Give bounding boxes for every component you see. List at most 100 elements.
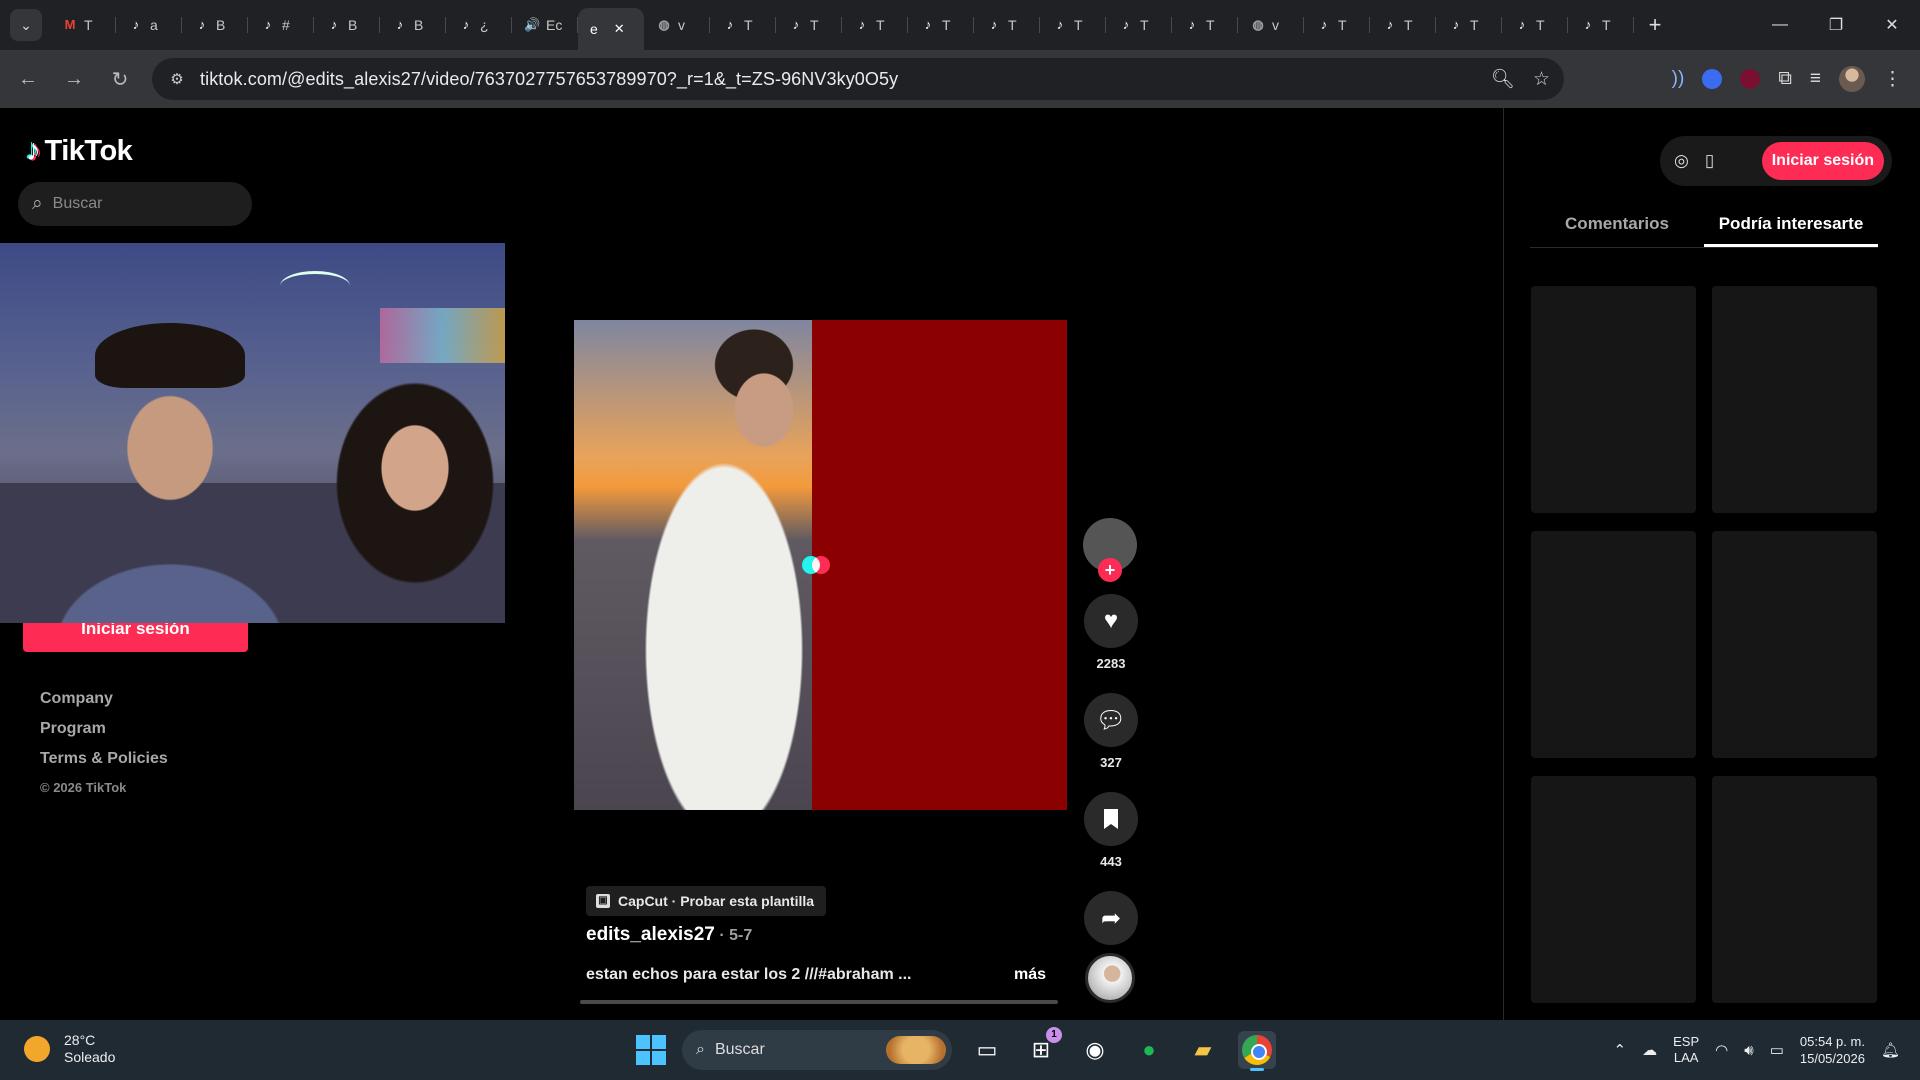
file-explorer-button[interactable]: ▰ (1184, 1031, 1222, 1069)
taskbar-search[interactable]: ⌕ Buscar (682, 1030, 952, 1070)
minimize-button[interactable]: — (1752, 0, 1808, 50)
like-button[interactable]: ♥ (1084, 594, 1138, 648)
browser-tab[interactable]: 🔊 Ec (512, 7, 578, 43)
tab-title: T (1602, 17, 1611, 33)
puzzle-extensions-icon[interactable]: ⧉ (1778, 68, 1792, 90)
footer-program-link[interactable]: Program (40, 720, 168, 738)
video-progress-bar[interactable] (580, 1000, 1058, 1004)
media-control-icon[interactable]: ≡ (1810, 68, 1821, 90)
tab-title: B (216, 17, 226, 33)
tab-title: T (810, 17, 819, 33)
volume-icon[interactable]: 🔊︎ (1744, 1042, 1753, 1059)
battery-icon[interactable]: ▭ (1770, 1041, 1784, 1059)
search-box[interactable]: ⌕ (18, 182, 252, 226)
obs-button[interactable]: ◉ (1076, 1031, 1114, 1069)
wifi-icon[interactable]: ◠ (1715, 1041, 1728, 1059)
browser-tab[interactable]: ♪ T (1436, 7, 1502, 43)
tab-title: T (1338, 17, 1347, 33)
music-disc[interactable] (1085, 953, 1135, 1003)
tab-search-button[interactable]: ⌄ (10, 9, 42, 41)
chevron-up-icon[interactable]: ⌃ (1614, 1041, 1627, 1059)
share-button[interactable]: ➦ (1084, 891, 1138, 945)
recommendation-thumbnail[interactable] (1531, 776, 1696, 1003)
red-extension-icon[interactable] (1740, 69, 1761, 89)
browser-tab[interactable]: ♪ B (182, 7, 248, 43)
author-avatar[interactable]: + (1083, 518, 1137, 582)
url-text[interactable]: tiktok.com/@edits_alexis27/video/7637027… (200, 69, 898, 90)
kebab-menu-icon[interactable]: ⋮ (1883, 68, 1902, 91)
profile-avatar[interactable] (1839, 66, 1865, 92)
browser-tab[interactable]: ♪ a (116, 7, 182, 43)
follow-plus-icon[interactable]: + (1098, 558, 1122, 582)
search-input[interactable] (52, 195, 223, 213)
restore-button[interactable]: ❐ (1808, 0, 1864, 50)
video-player[interactable] (574, 320, 1067, 810)
browser-tab[interactable]: ♪ T (1172, 7, 1238, 43)
store-button[interactable]: ⊞ 1 (1022, 1027, 1062, 1069)
phone-icon[interactable]: ▯ (1705, 151, 1714, 171)
tab-you-may-like[interactable]: Podría interesarte (1704, 206, 1878, 247)
recommendation-thumbnail[interactable] (1712, 531, 1877, 758)
browser-tab[interactable]: ◍ v (644, 7, 710, 43)
save-action: 443 (1083, 792, 1139, 869)
comment-button[interactable]: 💬︎ (1084, 693, 1138, 747)
recommendation-thumbnail[interactable] (1712, 776, 1877, 1003)
capcut-template-chip[interactable]: ▣ CapCut · Probar esta plantilla (586, 886, 827, 916)
footer-terms-link[interactable]: Terms & Policies (40, 750, 168, 768)
new-tab-button[interactable]: + (1640, 10, 1670, 40)
close-window-button[interactable]: ✕ (1864, 0, 1920, 50)
recommendation-thumbnail[interactable] (1712, 286, 1877, 513)
onedrive-icon[interactable]: ☁ (1642, 1041, 1657, 1059)
browser-tab[interactable]: MT (50, 7, 116, 43)
browser-tab[interactable]: ♪ ¿ (446, 7, 512, 43)
more-button[interactable]: más (1014, 966, 1046, 984)
clock[interactable]: 05:54 p. m. 15/05/2026 (1800, 1033, 1865, 1067)
explore-compass-icon[interactable]: ◎ (1674, 151, 1689, 171)
browser-tab[interactable]: ♪ T (776, 7, 842, 43)
browser-tab[interactable]: ♪ T (1370, 7, 1436, 43)
notification-bell-icon[interactable]: 🔔︎ (1881, 1041, 1900, 1059)
browser-tab[interactable]: ♪ T (974, 7, 1040, 43)
author-username[interactable]: edits_alexis27 (586, 924, 715, 945)
site-info-icon[interactable]: ⚙ (162, 70, 192, 88)
forward-button[interactable]: → (56, 61, 92, 97)
back-button[interactable]: ← (10, 61, 46, 97)
browser-tab[interactable]: ♪ T (710, 7, 776, 43)
language-indicator[interactable]: ESP LAA (1673, 1034, 1699, 1066)
save-button[interactable] (1084, 792, 1138, 846)
zoom-icon[interactable]: 🔍︎ (1491, 67, 1515, 91)
template-chip-label: CapCut · Probar esta plantilla (618, 893, 815, 909)
reload-button[interactable]: ↻ (102, 61, 138, 97)
header-login-button[interactable]: Iniciar sesión (1761, 142, 1884, 180)
tiktok-logo[interactable]: ♪ TikTok (26, 134, 133, 168)
spotify-button[interactable]: ● (1130, 1031, 1168, 1069)
browser-tab[interactable]: ♪ B (380, 7, 446, 43)
address-bar[interactable]: ⚙ tiktok.com/@edits_alexis27/video/76370… (152, 58, 1564, 100)
browser-tab[interactable]: ◍ v (1238, 7, 1304, 43)
audio-extension-icon[interactable]: )) (1672, 68, 1685, 90)
copyright-text: © 2026 TikTok (40, 780, 127, 795)
browser-tab[interactable]: ♪ B (314, 7, 380, 43)
recommendation-thumbnail[interactable] (1531, 531, 1696, 758)
tab-title: T (1074, 17, 1083, 33)
browser-tab[interactable]: e ✕ (578, 8, 644, 50)
start-button[interactable] (636, 1035, 666, 1065)
tab-comments[interactable]: Comentarios (1530, 206, 1704, 247)
browser-tab[interactable]: ♪ T (1502, 7, 1568, 43)
bookmark-star-icon[interactable]: ☆ (1533, 68, 1550, 91)
browser-tab[interactable]: ♪ T (842, 7, 908, 43)
tiktok-icon: ♪ (1320, 17, 1328, 32)
weather-widget[interactable]: 28°C Soleado (24, 1032, 115, 1066)
browser-tab[interactable]: ♪ T (1040, 7, 1106, 43)
task-view-button[interactable]: ▭ (968, 1031, 1006, 1069)
blue-extension-icon[interactable] (1702, 69, 1723, 89)
footer-company-link[interactable]: Company (40, 690, 168, 708)
browser-tab[interactable]: ♪ T (1106, 7, 1172, 43)
browser-tab[interactable]: ♪ T (1304, 7, 1370, 43)
browser-tab[interactable]: ♪ T (1568, 7, 1634, 43)
browser-tab[interactable]: ♪ T (908, 7, 974, 43)
close-tab-icon[interactable]: ✕ (614, 21, 625, 37)
chrome-taskbar-button[interactable] (1238, 1031, 1276, 1071)
browser-tab[interactable]: ♪ # (248, 7, 314, 43)
recommendation-thumbnail[interactable] (1531, 286, 1696, 513)
